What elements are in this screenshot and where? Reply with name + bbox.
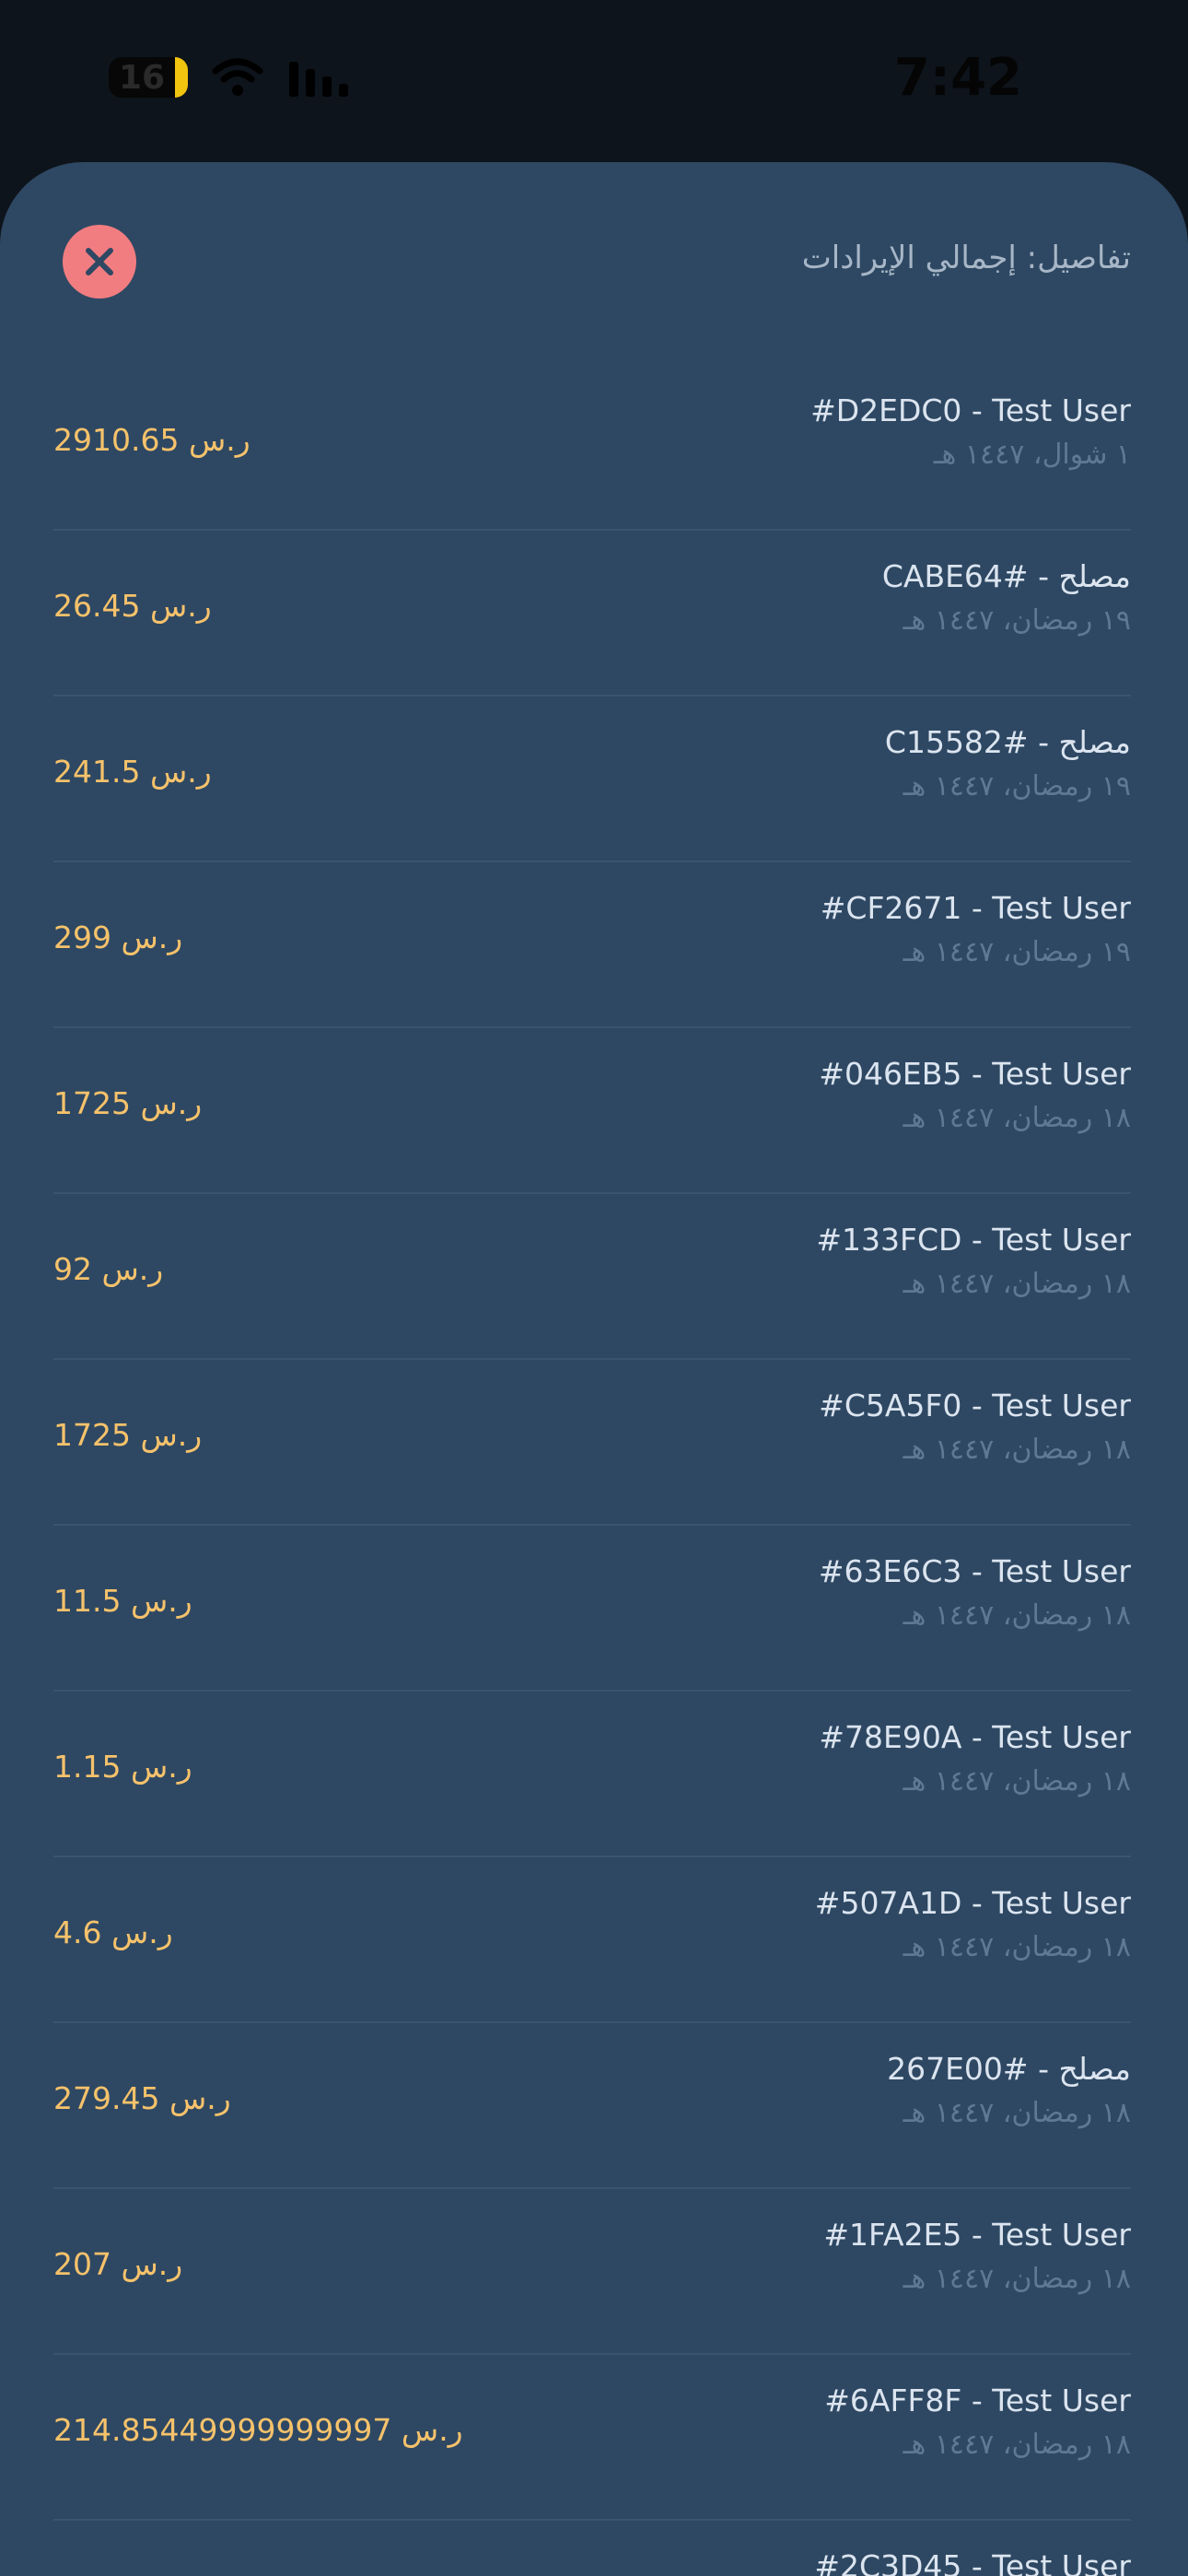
list-item[interactable]: #507A1D - Test User ١٨ رمضان، ١٤٤٧ هـ 4.… [53, 1857, 1131, 2023]
item-title: #2C3D45 - Test User [814, 2548, 1131, 2576]
sheet-title: تفاصيل: إجمالي الإيرادات [801, 240, 1131, 276]
item-date: ١٨ رمضان، ١٤٤٧ هـ [903, 2097, 1131, 2129]
item-amount: 92 ر.س [53, 1251, 164, 1287]
list-item[interactable]: #78E90A - Test User ١٨ رمضان، ١٤٤٧ هـ 1.… [53, 1692, 1131, 1857]
item-title: #D2EDC0 - Test User [810, 392, 1131, 428]
list-item[interactable]: #133FCD - Test User ١٨ رمضان، ١٤٤٧ هـ 92… [53, 1194, 1131, 1360]
list-item[interactable]: #CF2671 - Test User ١٩ رمضان، ١٤٤٧ هـ 29… [53, 862, 1131, 1028]
item-amount: 241.5 ر.س [53, 754, 212, 790]
battery-fill [175, 57, 188, 98]
list-item[interactable]: #C5A5F0 - Test User ١٨ رمضان، ١٤٤٧ هـ 17… [53, 1360, 1131, 1526]
details-sheet: تفاصيل: إجمالي الإيرادات #D2EDC0 - Test … [0, 162, 1188, 2576]
item-date: ١٩ رمضان، ١٤٤٧ هـ [903, 770, 1131, 802]
status-bar: 16 7:42 [0, 0, 1188, 162]
revenue-list: #D2EDC0 - Test User ١ شوال، ١٤٤٧ هـ 2910… [53, 365, 1131, 2576]
item-amount: 26.45 ر.س [53, 588, 212, 624]
item-title: مصلح - 267E00# [887, 2051, 1131, 2087]
list-item[interactable]: #63E6C3 - Test User ١٨ رمضان، ١٤٤٧ هـ 11… [53, 1526, 1131, 1692]
item-date: ١٨ رمضان، ١٤٤٧ هـ [903, 1931, 1131, 1963]
item-date: ١٨ رمضان، ١٤٤٧ هـ [903, 1765, 1131, 1797]
item-date: ١٨ رمضان، ١٤٤٧ هـ [903, 2263, 1131, 2295]
status-indicators: 16 [109, 57, 352, 98]
item-title: #507A1D - Test User [814, 1885, 1131, 1921]
battery-indicator: 16 [109, 57, 188, 98]
item-amount: 1725 ر.س [53, 1085, 203, 1121]
battery-level: 16 [118, 58, 166, 97]
item-amount: 207 ر.س [53, 2246, 183, 2282]
item-amount: 11.5 ر.س [53, 1583, 192, 1619]
item-amount: 279.45 ر.س [53, 2080, 231, 2116]
list-item[interactable]: #046EB5 - Test User ١٨ رمضان، ١٤٤٧ هـ 17… [53, 1028, 1131, 1194]
status-time: 7:42 [893, 48, 1022, 108]
item-date: ١٩ رمضان، ١٤٤٧ هـ [903, 604, 1131, 637]
list-item[interactable]: مصلح - C15582# ١٩ رمضان، ١٤٤٧ هـ 241.5 ر… [53, 697, 1131, 862]
item-date: ١٨ رمضان، ١٤٤٧ هـ [903, 2429, 1131, 2461]
item-amount: 214.85449999999997 ر.س [53, 2412, 463, 2448]
item-amount: 4.6 ر.س [53, 1914, 173, 1950]
signal-icon [289, 62, 348, 97]
item-title: #046EB5 - Test User [819, 1056, 1131, 1092]
item-title: #63E6C3 - Test User [818, 1553, 1131, 1589]
item-amount: 1.15 ر.س [53, 1749, 192, 1785]
list-item[interactable]: #D2EDC0 - Test User ١ شوال، ١٤٤٧ هـ 2910… [53, 365, 1131, 531]
item-date: ١٨ رمضان، ١٤٤٧ هـ [903, 1102, 1131, 1134]
item-title: #1FA2E5 - Test User [823, 2217, 1131, 2253]
item-title: #78E90A - Test User [819, 1719, 1131, 1755]
wifi-icon [212, 58, 263, 96]
close-icon [86, 248, 113, 275]
item-title: #133FCD - Test User [816, 1222, 1131, 1258]
item-amount: 299 ر.س [53, 919, 183, 955]
item-date: ١٩ رمضان، ١٤٤٧ هـ [903, 936, 1131, 968]
item-amount: 2910.65 ر.س [53, 422, 250, 458]
item-title: مصلح - CABE64# [881, 558, 1131, 594]
list-item[interactable]: #1FA2E5 - Test User ١٨ رمضان، ١٤٤٧ هـ 20… [53, 2189, 1131, 2355]
item-date: ١ شوال، ١٤٤٧ هـ [933, 439, 1131, 471]
list-item[interactable]: #6AFF8F - Test User ١٨ رمضان، ١٤٤٧ هـ 21… [53, 2355, 1131, 2521]
sheet-header: تفاصيل: إجمالي الإيرادات [0, 162, 1188, 365]
item-title: #6AFF8F - Test User [824, 2383, 1131, 2418]
item-amount: 1725 ر.س [53, 1417, 203, 1453]
item-date: ١٨ رمضان، ١٤٤٧ هـ [903, 1434, 1131, 1466]
item-title: #CF2671 - Test User [820, 890, 1131, 926]
item-date: ١٨ رمضان، ١٤٤٧ هـ [903, 1268, 1131, 1300]
list-item[interactable]: مصلح - CABE64# ١٩ رمضان، ١٤٤٧ هـ 26.45 ر… [53, 531, 1131, 697]
item-title: #C5A5F0 - Test User [819, 1388, 1131, 1423]
item-date: ١٨ رمضان، ١٤٤٧ هـ [903, 1599, 1131, 1632]
close-button[interactable] [63, 225, 136, 299]
list-item[interactable]: مصلح - 267E00# ١٨ رمضان، ١٤٤٧ هـ 279.45 … [53, 2023, 1131, 2189]
list-item[interactable]: #2C3D45 - Test User [53, 2521, 1131, 2576]
item-title: مصلح - C15582# [884, 724, 1131, 760]
